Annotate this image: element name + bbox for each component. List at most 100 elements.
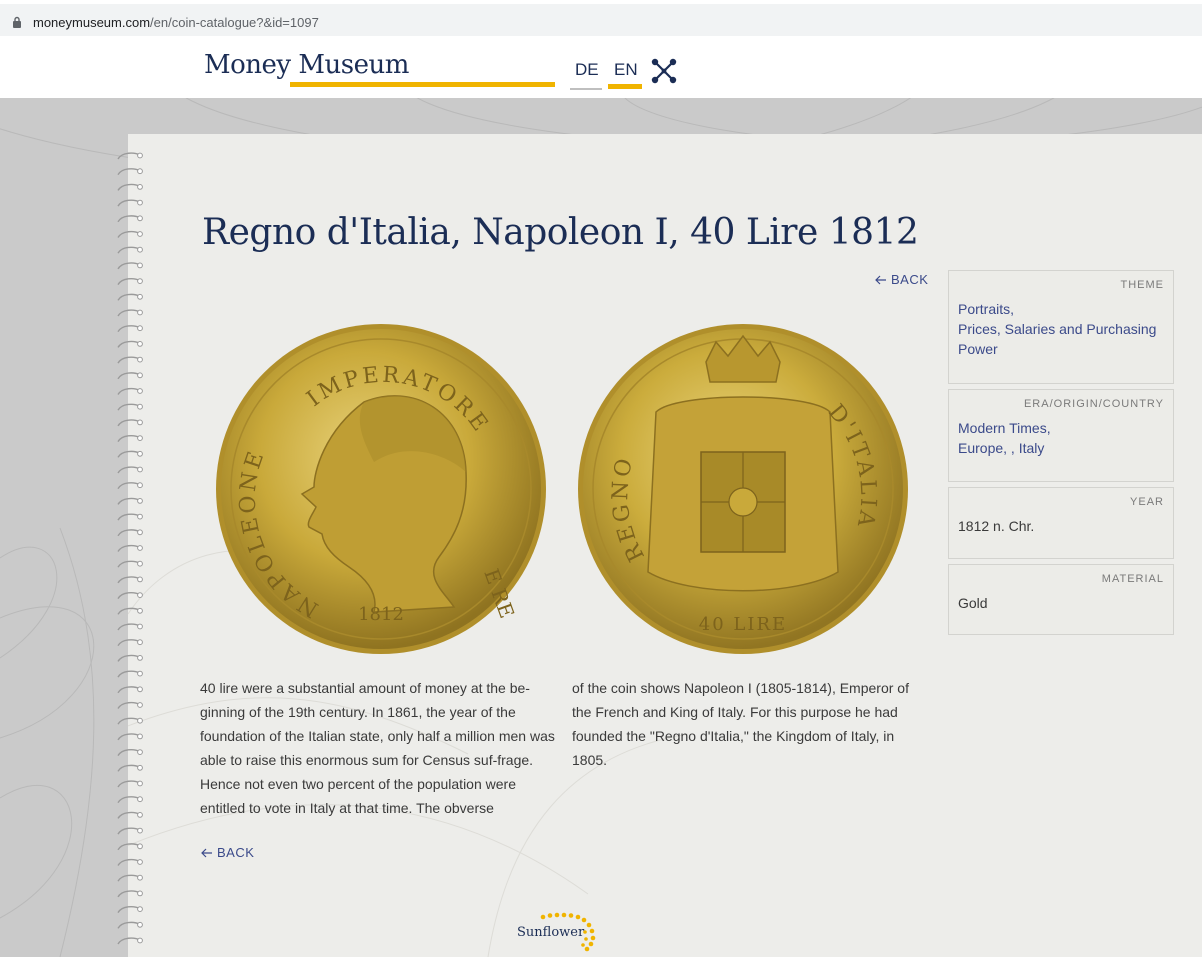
spiral-loop (117, 183, 141, 191)
back-link-bottom[interactable]: BACK (201, 845, 254, 860)
spiral-hole (137, 843, 143, 850)
era-link-europe-italy[interactable]: Europe, , Italy (958, 438, 1164, 458)
description-left: 40 lire were a substantial amount of mon… (200, 680, 555, 816)
material-label: MATERIAL (1101, 573, 1164, 585)
arrow-left-icon (201, 848, 212, 857)
spiral-loop (117, 262, 141, 270)
back-label: BACK (891, 272, 929, 287)
spiral-loop (117, 639, 141, 647)
description-right: of the coin shows Napoleon I (1805-1814)… (572, 680, 909, 768)
site-logo[interactable]: Money Museum (204, 50, 409, 80)
spiral-loop (117, 215, 141, 223)
spiral-loop (117, 796, 141, 804)
spiral-hole (137, 498, 143, 504)
spiral-hole (137, 184, 143, 190)
spiral-hole (137, 780, 143, 787)
spiral-loop (117, 592, 141, 600)
back-link-top[interactable]: BACK (875, 272, 928, 287)
spiral-loop (117, 403, 141, 411)
lock-icon (13, 16, 21, 28)
lang-de-link[interactable]: DE (575, 60, 599, 80)
spiral-loop (117, 686, 141, 694)
spiral-loop (117, 199, 141, 207)
year-value: 1812 n. Chr. (958, 518, 1035, 534)
spiral-hole (137, 623, 143, 630)
spiral-hole (137, 168, 143, 175)
spiral-loop (117, 372, 141, 380)
spiral-loop (117, 717, 141, 725)
address-bar[interactable]: moneymuseum.com/en/coin-catalogue?&id=10… (0, 4, 1202, 36)
lang-en-link[interactable]: EN (614, 60, 638, 80)
sunflower-label: Sunflower (517, 925, 585, 940)
back-label: BACK (217, 845, 255, 860)
theme-link-portraits[interactable]: Portraits, (958, 299, 1164, 319)
era-link-modern-times[interactable]: Modern Times, (958, 418, 1164, 438)
spiral-loop (117, 168, 141, 176)
spiral-loop (117, 544, 141, 552)
logo-underline (290, 82, 555, 87)
spiral-loop (117, 309, 141, 317)
spiral-loop (117, 670, 141, 678)
spiral-hole (137, 262, 143, 269)
spiral-hole (137, 293, 143, 300)
browser-bar: moneymuseum.com/en/coin-catalogue?&id=10… (0, 0, 1202, 38)
spiral-hole (137, 812, 143, 818)
spiral-hole (137, 482, 143, 489)
spiral-loop (117, 152, 141, 160)
spiral-hole (137, 513, 143, 520)
spiral-loop (117, 764, 141, 772)
spiral-loop (117, 827, 141, 835)
spiral-hole (137, 545, 143, 551)
coin-obverse-image[interactable]: IMPERATORE NAPOLEONE E RE 1812 (214, 322, 548, 656)
spiral-hole (137, 906, 143, 912)
spiral-loop (117, 419, 141, 427)
spiral-loop (117, 874, 141, 882)
spiral-loop (117, 576, 141, 584)
era-label: ERA/ORIGIN/COUNTRY (1023, 398, 1164, 410)
spiral-loop (117, 733, 141, 741)
spiral-hole (137, 890, 143, 897)
spiral-hole (137, 152, 143, 159)
spiral-hole (137, 796, 143, 803)
year-label: YEAR (1130, 496, 1164, 508)
spiral-hole (137, 655, 143, 661)
coin-reverse-image[interactable]: REGNO D'ITALIA 40 LIRE (576, 322, 910, 656)
spiral-loop (117, 435, 141, 443)
spiral-loop (117, 513, 141, 521)
spiral-hole (137, 450, 143, 457)
site-header: Money Museum DE EN (0, 38, 1202, 98)
theme-label: THEME (1120, 279, 1164, 291)
spiral-hole (137, 686, 143, 693)
url-domain: moneymuseum.com (33, 15, 151, 30)
theme-link-prices[interactable]: Prices, Salaries and Purchasing Power (958, 319, 1164, 359)
spiral-loop (117, 906, 141, 914)
spiral-loop (117, 623, 141, 631)
spiral-hole (137, 388, 143, 394)
spiral-binding (117, 152, 143, 945)
material-value: Gold (958, 595, 988, 611)
spiral-hole (137, 560, 143, 567)
obverse-year: 1812 (358, 604, 404, 625)
spiral-hole (137, 859, 143, 865)
spiral-hole (137, 749, 143, 755)
network-menu-icon[interactable] (651, 58, 677, 84)
spiral-hole (137, 702, 143, 708)
info-box-era: ERA/ORIGIN/COUNTRY Modern Times, Europe,… (948, 389, 1174, 482)
spiral-loop (117, 482, 141, 490)
url-path: /en/coin-catalogue?&id=1097 (150, 15, 319, 30)
spiral-loop (117, 858, 141, 866)
spiral-hole (137, 592, 143, 599)
spiral-hole (137, 356, 143, 363)
spiral-hole (137, 576, 143, 583)
spiral-hole (137, 764, 143, 771)
info-box-theme: THEME Portraits, Prices, Salaries and Pu… (948, 270, 1174, 384)
spiral-hole (137, 309, 143, 316)
spiral-loop (117, 497, 141, 505)
spiral-loop (117, 466, 141, 474)
spiral-hole (137, 827, 143, 834)
url-text: moneymuseum.com/en/coin-catalogue?&id=10… (33, 15, 319, 30)
spiral-loop (117, 607, 141, 615)
lang-de-underline (570, 88, 602, 90)
spiral-loop (117, 278, 141, 286)
spiral-hole (137, 372, 143, 379)
